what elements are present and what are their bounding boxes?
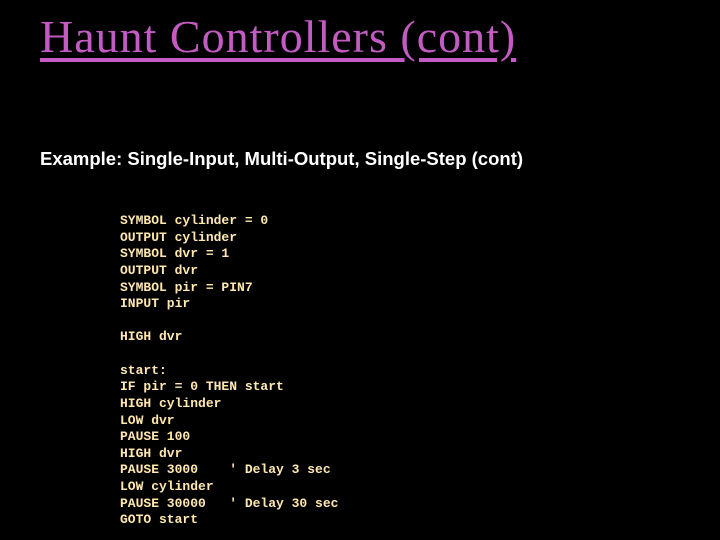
slide-title: Haunt Controllers (cont) (40, 10, 516, 63)
example-subtitle: Example: Single-Input, Multi-Output, Sin… (40, 148, 523, 170)
code-block: SYMBOL cylinder = 0 OUTPUT cylinder SYMB… (120, 213, 338, 529)
slide: Haunt Controllers (cont) Example: Single… (0, 0, 720, 540)
